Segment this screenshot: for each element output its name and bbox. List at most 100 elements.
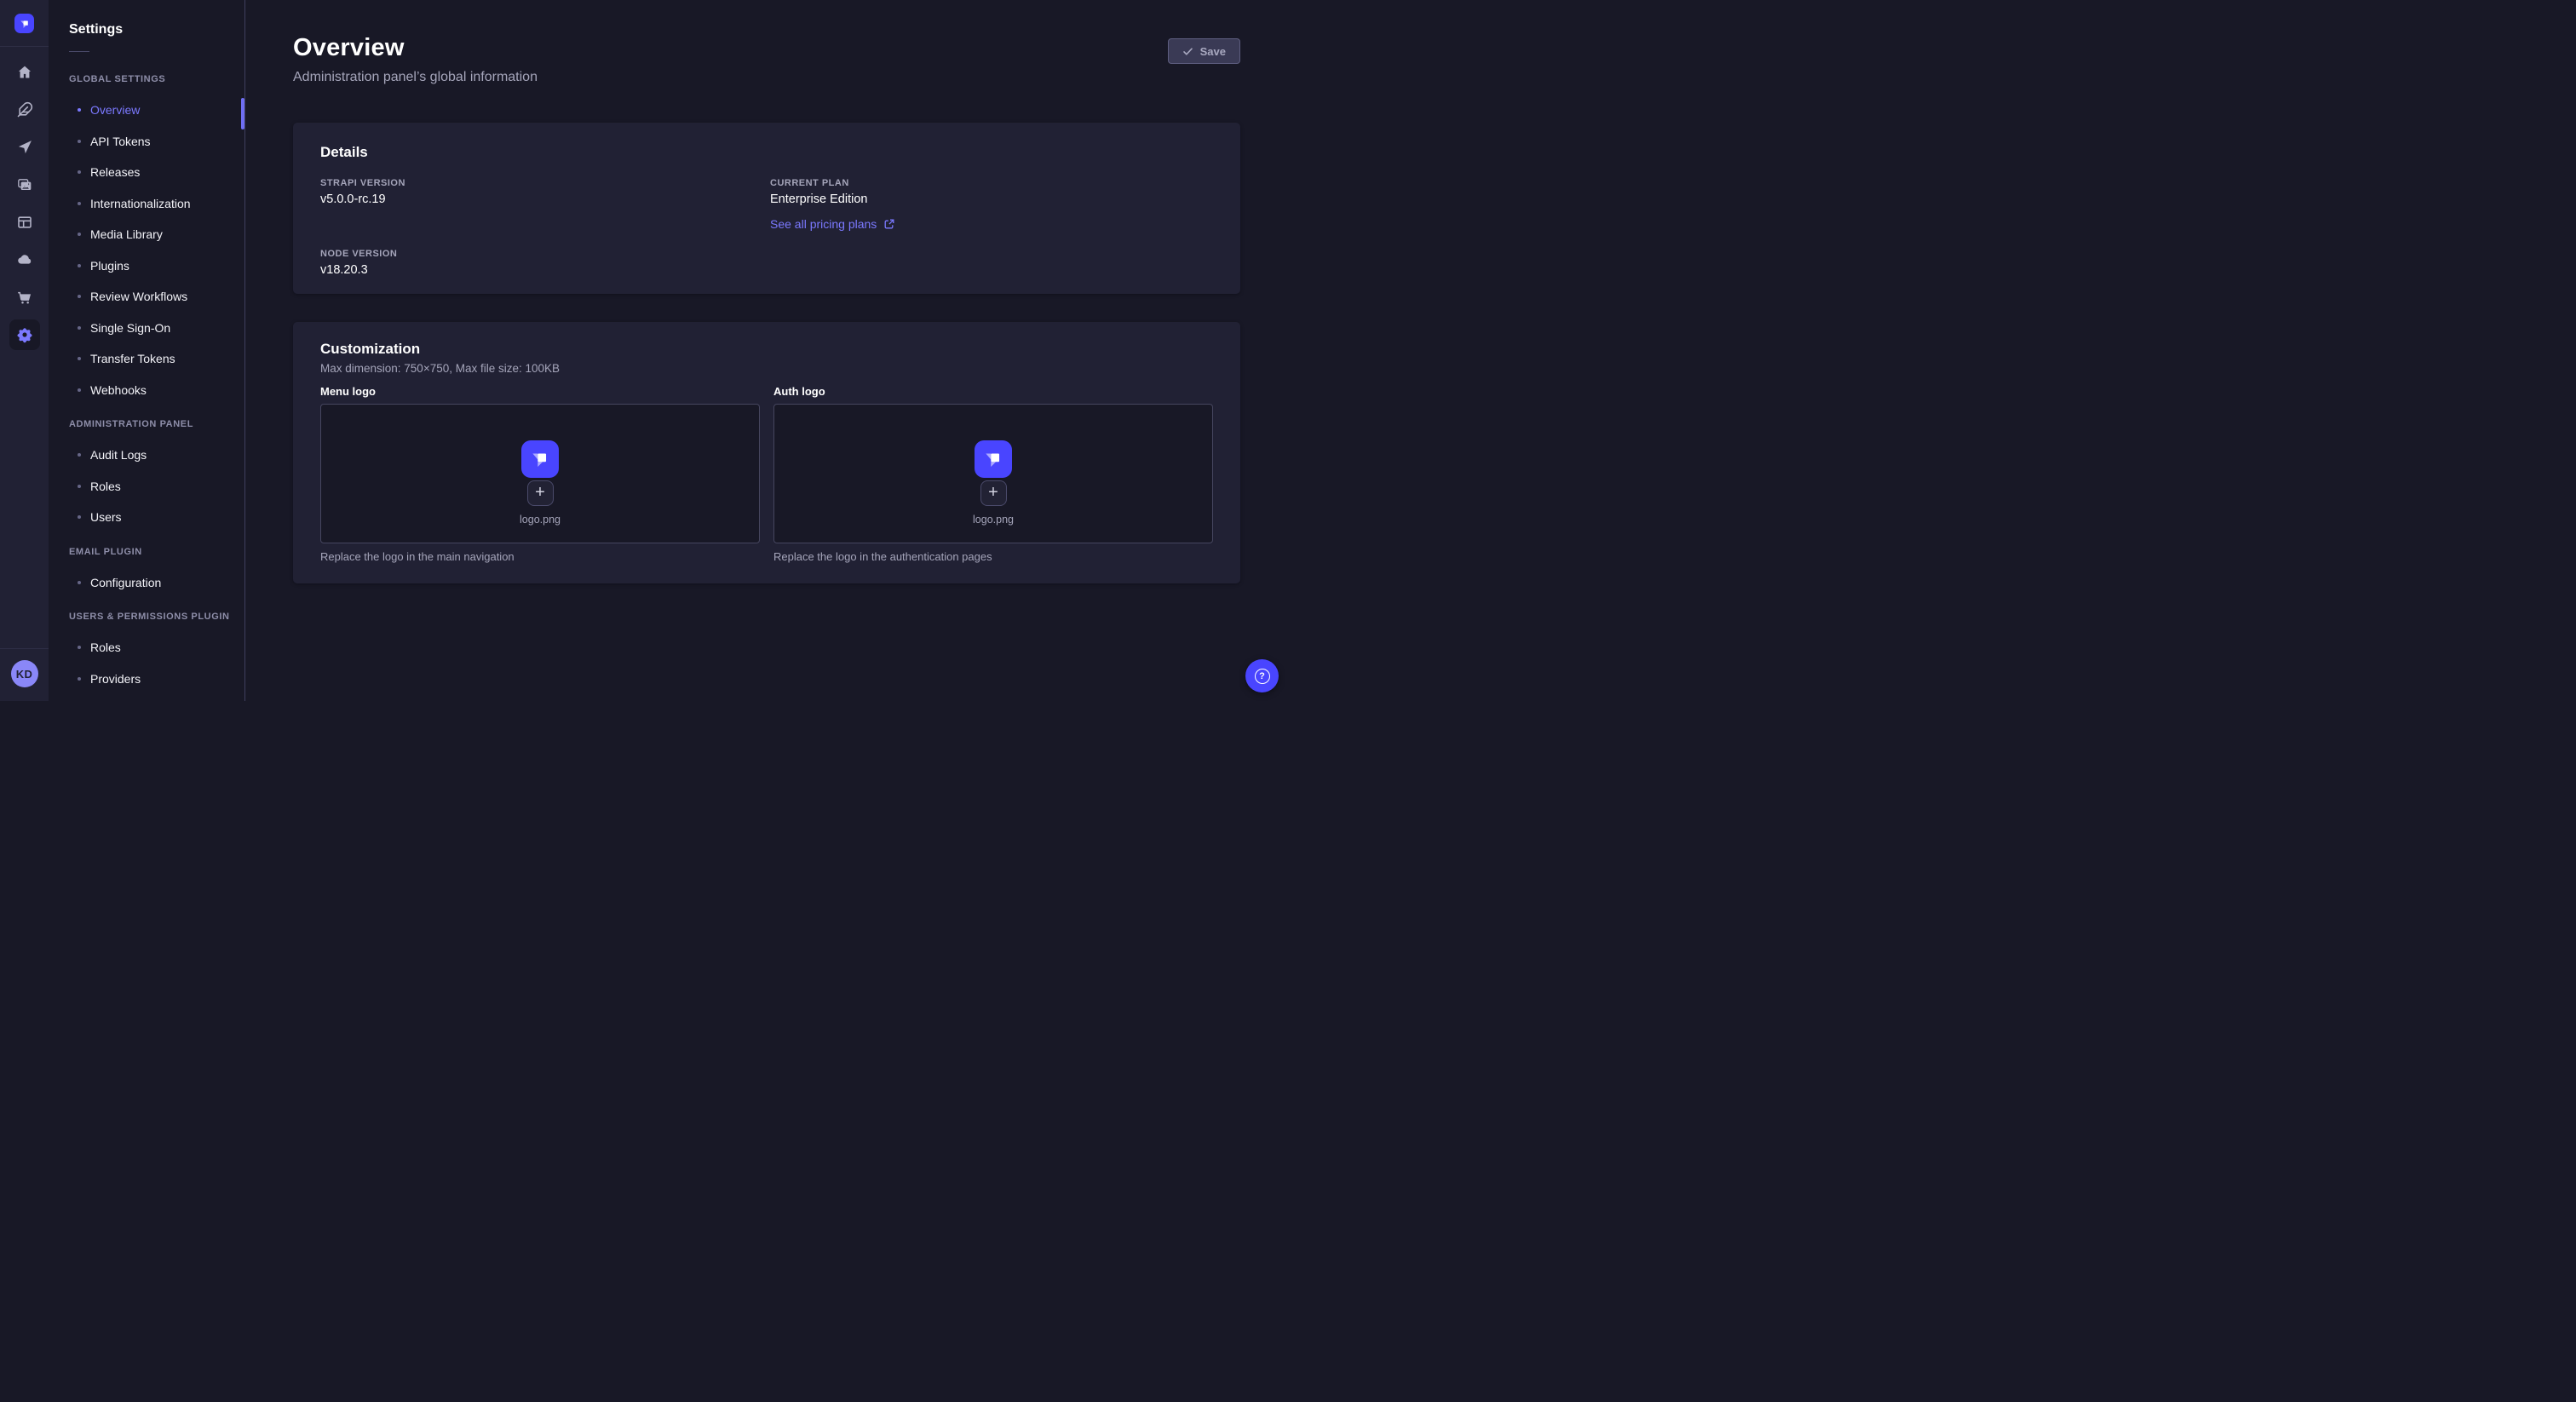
- rail-bottom: KD: [0, 648, 49, 701]
- content-manager-layout-icon[interactable]: [9, 207, 40, 238]
- sidebar-item-label: Audit Logs: [90, 448, 147, 462]
- field-value: v5.0.0-rc.19: [320, 192, 763, 206]
- page-subtitle: Administration panel’s global informatio…: [293, 70, 538, 85]
- field-label: CURRENT PLAN: [770, 178, 1213, 188]
- sidebar-item-label: Providers: [90, 672, 141, 686]
- bullet-icon: [78, 202, 81, 205]
- sidebar-item-review-workflows[interactable]: Review Workflows: [49, 281, 244, 313]
- page-header-titles: Overview Administration panel’s global i…: [293, 34, 538, 85]
- bullet-icon: [78, 264, 81, 267]
- bullet-icon: [78, 388, 81, 392]
- sidebar-item-label: Internationalization: [90, 197, 191, 210]
- nav-section-administration-panel: ADMINISTRATION PANEL Audit Logs Roles Us…: [49, 419, 244, 533]
- sidebar-item-email-configuration[interactable]: Configuration: [49, 567, 244, 599]
- sidebar-item-label: Review Workflows: [90, 290, 187, 303]
- auth-logo-upload: Auth logo + logo.png Replace the logo: [773, 385, 1213, 563]
- bullet-icon: [78, 453, 81, 457]
- settings-gear-icon[interactable]: [9, 319, 40, 350]
- current-plan-field: CURRENT PLAN Enterprise Edition See all …: [770, 178, 1213, 233]
- sidebar-item-api-tokens[interactable]: API Tokens: [49, 126, 244, 158]
- menu-logo-dropzone[interactable]: + logo.png: [320, 404, 760, 543]
- deploy-paper-plane-icon[interactable]: [9, 132, 40, 163]
- sidebar-item-admin-roles[interactable]: Roles: [49, 471, 244, 503]
- sidebar-item-internationalization[interactable]: Internationalization: [49, 188, 244, 220]
- add-logo-button[interactable]: +: [980, 480, 1007, 506]
- sidebar-item-label: API Tokens: [90, 135, 151, 148]
- settings-subnav: Settings GLOBAL SETTINGS Overview API To…: [49, 0, 245, 701]
- bullet-icon: [78, 485, 81, 488]
- page-title: Overview: [293, 34, 538, 62]
- main-nav-rail: KD: [0, 0, 49, 701]
- menu-logo-upload: Menu logo + logo.png Replace the logo: [320, 385, 760, 563]
- field-label: STRAPI VERSION: [320, 178, 763, 188]
- bullet-icon: [78, 646, 81, 649]
- sidebar-item-overview[interactable]: Overview: [49, 95, 244, 126]
- strapi-version-field: STRAPI VERSION v5.0.0-rc.19: [320, 178, 763, 233]
- sidebar-item-releases[interactable]: Releases: [49, 157, 244, 188]
- node-version-field: NODE VERSION v18.20.3: [320, 249, 763, 277]
- help-button[interactable]: ?: [1245, 659, 1279, 692]
- details-card-title: Details: [320, 144, 1213, 161]
- page-header: Overview Administration panel’s global i…: [293, 34, 1240, 85]
- external-link-icon: [884, 219, 894, 229]
- field-value: Enterprise Edition: [770, 192, 1213, 206]
- menu-logo-label: Menu logo: [320, 385, 760, 398]
- pricing-plans-link-label: See all pricing plans: [770, 217, 877, 231]
- sidebar-item-admin-users[interactable]: Users: [49, 502, 244, 533]
- details-card: Details STRAPI VERSION v5.0.0-rc.19 CURR…: [293, 123, 1240, 294]
- field-label: NODE VERSION: [320, 249, 763, 259]
- strapi-admin-app: KD Settings GLOBAL SETTINGS Overview API…: [0, 0, 1288, 701]
- pricing-plans-link[interactable]: See all pricing plans: [770, 217, 894, 231]
- add-logo-button[interactable]: +: [527, 480, 554, 506]
- bullet-icon: [78, 140, 81, 143]
- sidebar-item-label: Configuration: [90, 576, 161, 589]
- nav-section-global-settings: GLOBAL SETTINGS Overview API Tokens Rele…: [49, 74, 244, 405]
- customization-card-title: Customization: [320, 341, 1213, 358]
- sidebar-item-transfer-tokens[interactable]: Transfer Tokens: [49, 343, 244, 375]
- sidebar-item-up-providers[interactable]: Providers: [49, 664, 244, 695]
- menu-logo-preview: [521, 440, 559, 478]
- bullet-icon: [78, 357, 81, 360]
- nav-section-label: ADMINISTRATION PANEL: [69, 419, 244, 429]
- sidebar-item-plugins[interactable]: Plugins: [49, 250, 244, 282]
- cloud-icon[interactable]: [9, 244, 40, 275]
- sidebar-item-label: Roles: [90, 641, 121, 654]
- check-icon: [1182, 46, 1193, 57]
- sidebar-item-audit-logs[interactable]: Audit Logs: [49, 440, 244, 471]
- sidebar-item-up-roles[interactable]: Roles: [49, 632, 244, 664]
- media-library-icon[interactable]: [9, 170, 40, 200]
- rail-bottom-divider: [0, 648, 49, 649]
- home-icon[interactable]: [9, 57, 40, 88]
- strapi-logo-glyph: [982, 448, 1004, 470]
- strapi-logo-glyph: [529, 448, 551, 470]
- marketplace-cart-icon[interactable]: [9, 282, 40, 313]
- sidebar-item-single-sign-on[interactable]: Single Sign-On: [49, 313, 244, 344]
- details-grid-empty-cell: [770, 249, 1213, 277]
- strapi-logo[interactable]: [14, 14, 34, 33]
- auth-logo-dropzone[interactable]: + logo.png: [773, 404, 1213, 543]
- sidebar-item-webhooks[interactable]: Webhooks: [49, 375, 244, 406]
- nav-section-label: USERS & PERMISSIONS PLUGIN: [69, 612, 244, 622]
- field-value: v18.20.3: [320, 263, 763, 277]
- auth-logo-filename: logo.png: [973, 514, 1014, 526]
- sidebar-item-media-library[interactable]: Media Library: [49, 219, 244, 250]
- bullet-icon: [78, 233, 81, 236]
- user-avatar[interactable]: KD: [11, 660, 38, 687]
- sidebar-item-label: Plugins: [90, 259, 129, 273]
- nav-list: Overview API Tokens Releases Internation…: [49, 95, 244, 405]
- content-type-builder-feather-icon[interactable]: [9, 95, 40, 125]
- nav-list: Configuration: [49, 567, 244, 599]
- sidebar-item-label: Releases: [90, 165, 140, 179]
- main-content: Overview Administration panel’s global i…: [245, 0, 1288, 701]
- logo-uploads: Menu logo + logo.png Replace the logo: [320, 385, 1213, 563]
- menu-logo-hint: Replace the logo in the main navigation: [320, 550, 760, 563]
- sidebar-item-label: Transfer Tokens: [90, 352, 175, 365]
- plus-icon: +: [988, 484, 998, 501]
- auth-logo-label: Auth logo: [773, 385, 1213, 398]
- save-button[interactable]: Save: [1168, 38, 1240, 64]
- bullet-icon: [78, 515, 81, 519]
- sidebar-item-label: Media Library: [90, 227, 163, 241]
- subnav-scrollbar-thumb[interactable]: [241, 98, 244, 129]
- save-button-label: Save: [1200, 45, 1226, 58]
- bullet-icon: [78, 108, 81, 112]
